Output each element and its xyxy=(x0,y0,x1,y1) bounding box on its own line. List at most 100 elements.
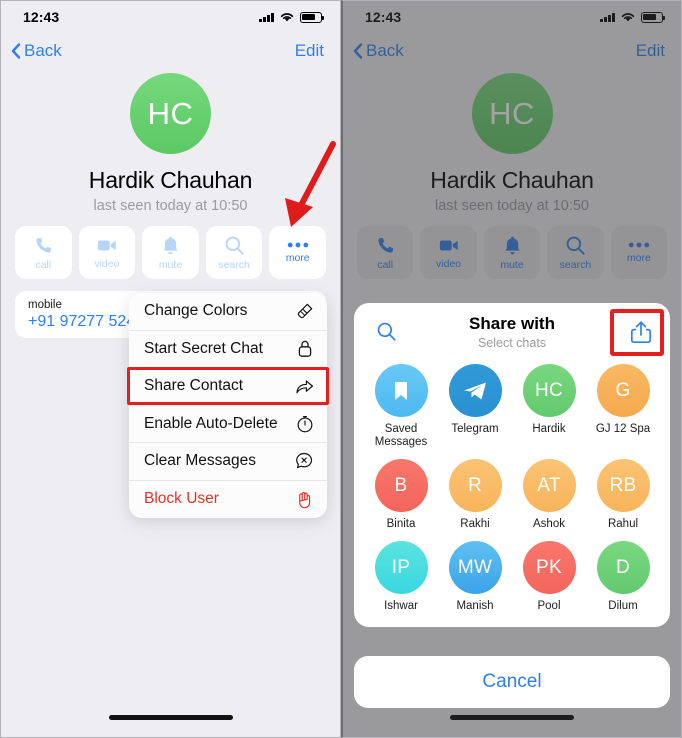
chat-item[interactable]: MW Manish xyxy=(438,541,512,613)
search-button[interactable]: search xyxy=(547,226,604,279)
menu-label: Block User xyxy=(144,490,219,508)
chat-name: GJ 12 Spa xyxy=(595,423,651,435)
chat-item[interactable]: AT Ashok xyxy=(512,459,586,531)
chat-item[interactable]: IP Ishwar xyxy=(364,541,438,613)
mute-label: mute xyxy=(158,258,183,271)
timer-icon xyxy=(295,414,314,433)
mute-button[interactable]: mute xyxy=(142,226,199,279)
chat-name: Pool xyxy=(537,600,561,612)
search-label: search xyxy=(218,258,250,271)
profile-header: HC Hardik Chauhan last seen today at 10:… xyxy=(343,69,681,214)
chat-x-icon xyxy=(295,452,314,471)
chat-name: Dilum xyxy=(608,600,638,612)
menu-item-clear-messages[interactable]: Clear Messages xyxy=(129,443,327,481)
phone-icon xyxy=(36,237,51,253)
cellular-bars-icon xyxy=(259,12,274,22)
bell-icon xyxy=(163,236,178,254)
battery-icon xyxy=(641,11,666,23)
chat-item[interactable]: Telegram xyxy=(438,364,512,449)
annotation-arrow xyxy=(285,141,336,227)
avatar xyxy=(448,364,502,417)
avatar xyxy=(374,364,428,417)
call-button[interactable]: call xyxy=(357,226,414,279)
call-button[interactable]: call xyxy=(15,226,72,279)
back-button[interactable]: Back xyxy=(353,41,404,61)
wifi-icon xyxy=(280,13,294,22)
avatar: HC xyxy=(471,73,553,154)
more-label: more xyxy=(285,252,310,264)
chat-grid: Saved Messages Telegram HC Hardik G GJ 1… xyxy=(354,361,670,627)
bell-icon xyxy=(504,236,520,254)
home-indicator xyxy=(108,715,233,720)
search-button[interactable]: search xyxy=(205,226,263,279)
status-indicators xyxy=(600,11,666,23)
call-label: call xyxy=(377,258,394,271)
share-sheet-subtitle: Select chats xyxy=(477,336,547,350)
chat-name: Binita xyxy=(386,518,416,530)
telegram-plane-icon xyxy=(464,382,486,399)
mute-button[interactable]: mute xyxy=(483,226,541,279)
status-time: 12:43 xyxy=(23,9,60,25)
menu-label: Enable Auto-Delete xyxy=(144,414,278,432)
chat-item[interactable]: RB Rahul xyxy=(586,459,660,531)
cancel-button[interactable]: Cancel xyxy=(354,656,670,708)
avatar: G xyxy=(596,364,650,417)
video-label: video xyxy=(94,257,120,270)
chat-item[interactable]: PK Pool xyxy=(512,541,586,613)
search-icon xyxy=(225,236,244,255)
chat-name: Rakhi xyxy=(460,518,490,530)
video-button[interactable]: video xyxy=(420,226,477,279)
chat-name: Manish xyxy=(456,600,494,612)
action-button-row: call video mute search more xyxy=(343,214,681,279)
share-search-button[interactable] xyxy=(376,321,397,347)
share-sheet-header: Share with Select chats xyxy=(354,303,670,361)
back-button[interactable]: Back xyxy=(11,41,62,61)
cellular-bars-icon xyxy=(600,12,615,22)
share-upload-button[interactable] xyxy=(630,320,652,349)
ellipsis-icon xyxy=(628,242,650,248)
menu-item-share-contact[interactable]: Share Contact xyxy=(129,368,327,406)
avatar: RB xyxy=(596,459,650,512)
avatar: R xyxy=(448,459,502,512)
chat-name: Ishwar xyxy=(384,600,418,612)
status-time: 12:43 xyxy=(365,9,402,25)
edit-button[interactable]: Edit xyxy=(636,41,665,61)
menu-label: Share Contact xyxy=(144,377,244,395)
menu-item-change-colors[interactable]: Change Colors xyxy=(129,293,327,331)
home-indicator xyxy=(450,715,574,720)
contact-name: Hardik Chauhan xyxy=(430,167,594,193)
chat-item[interactable]: Saved Messages xyxy=(364,364,438,449)
back-label: Back xyxy=(24,41,62,60)
chat-item[interactable]: R Rakhi xyxy=(438,459,512,531)
status-bar: 12:43 xyxy=(343,1,681,33)
menu-item-block-user[interactable]: Block User xyxy=(129,481,327,519)
bookmark-icon xyxy=(395,381,407,400)
avatar: AT xyxy=(522,459,576,512)
hand-stop-icon xyxy=(295,490,314,509)
search-icon xyxy=(566,236,585,255)
wifi-icon xyxy=(621,13,635,22)
chat-name: Saved Messages xyxy=(374,423,428,448)
chat-item[interactable]: HC Hardik xyxy=(512,364,586,449)
ellipsis-icon xyxy=(287,242,308,248)
call-label: call xyxy=(35,258,52,271)
chat-name: Telegram xyxy=(451,423,499,435)
menu-label: Clear Messages xyxy=(144,452,256,470)
chat-item[interactable]: G GJ 12 Spa xyxy=(586,364,660,449)
menu-item-start-secret-chat[interactable]: Start Secret Chat xyxy=(129,331,327,368)
video-button[interactable]: video xyxy=(78,226,136,279)
avatar: B xyxy=(374,459,428,512)
chat-item[interactable]: D Dilum xyxy=(586,541,660,613)
menu-item-enable-auto-delete[interactable]: Enable Auto-Delete xyxy=(129,406,327,443)
battery-icon xyxy=(300,11,325,23)
share-upload-icon xyxy=(630,321,652,344)
search-icon xyxy=(377,322,396,341)
more-button[interactable]: more xyxy=(610,226,668,279)
chat-item[interactable]: B Binita xyxy=(364,459,438,531)
edit-button[interactable]: Edit xyxy=(295,41,324,61)
phone-icon xyxy=(378,237,393,253)
search-label: search xyxy=(559,258,592,271)
context-menu: Change Colors Start Secret Chat Share Co… xyxy=(129,293,327,518)
nav-bar: Back Edit xyxy=(1,33,340,69)
lock-icon xyxy=(295,339,314,358)
